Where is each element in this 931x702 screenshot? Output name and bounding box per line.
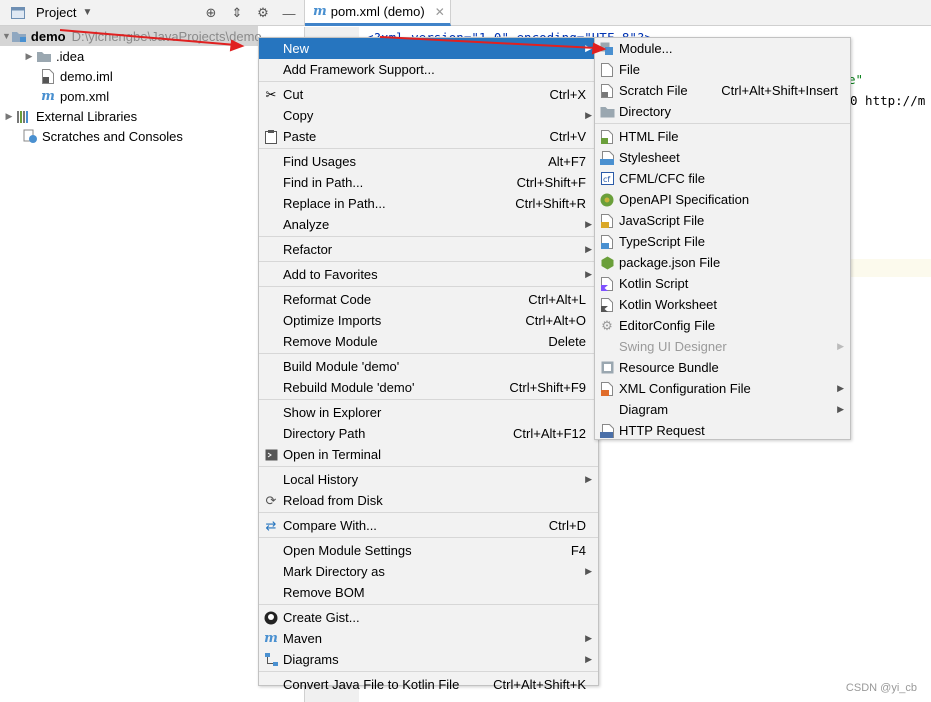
annotation-arrow [59,29,245,52]
watermark: CSDN @yi_cb [845,682,917,694]
annotation-arrows [59,29,607,55]
annotation-arrow [379,36,607,55]
